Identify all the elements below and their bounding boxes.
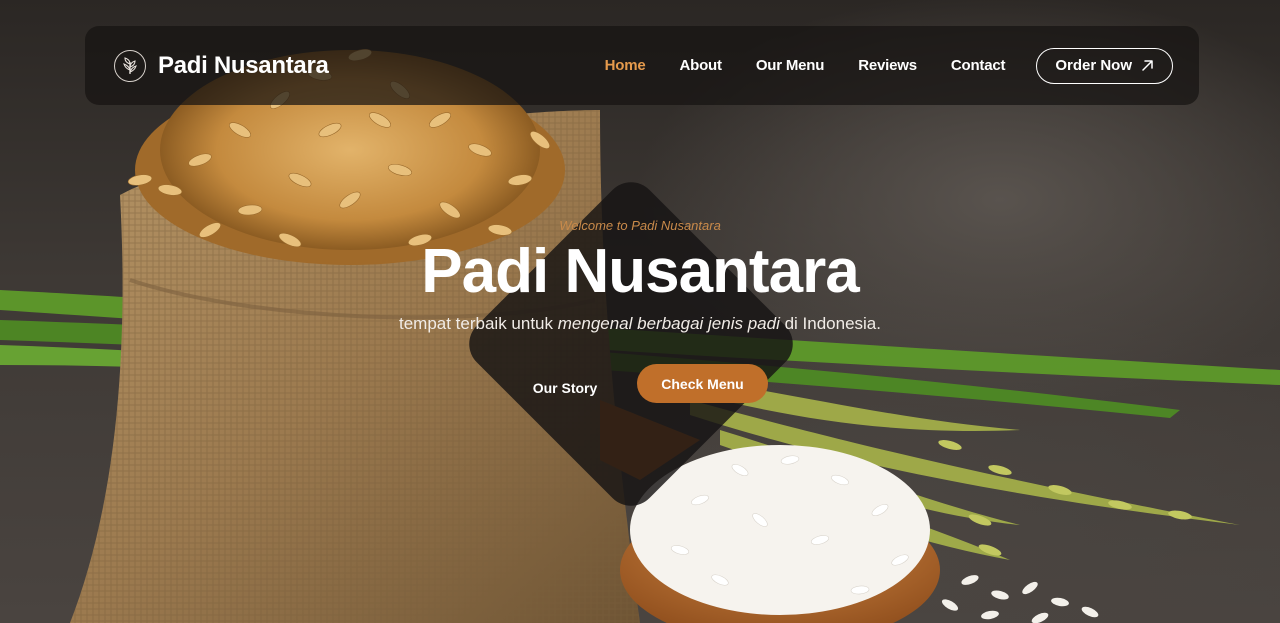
nav-link-our-menu[interactable]: Our Menu [756, 57, 825, 74]
hero-subtitle-part2: di Indonesia. [779, 314, 881, 333]
hero-eyebrow: Welcome to Padi Nusantara [559, 218, 721, 233]
nav-link-about[interactable]: About [680, 57, 723, 74]
arrow-up-right-icon [1142, 60, 1153, 71]
hero-title: Padi Nusantara [421, 237, 859, 306]
brand-name: Padi Nusantara [158, 51, 329, 79]
nav-link-contact[interactable]: Contact [951, 57, 1006, 74]
order-now-label: Order Now [1055, 57, 1132, 74]
check-menu-button[interactable]: Check Menu [637, 364, 768, 403]
our-story-button[interactable]: Our Story [520, 376, 610, 400]
order-now-button[interactable]: Order Now [1036, 47, 1173, 84]
nav-link-home[interactable]: Home [605, 57, 646, 74]
brand[interactable]: Padi Nusantara [114, 49, 329, 82]
navbar: Padi Nusantara Home About Our Menu Revie… [85, 26, 1199, 105]
hero-subtitle-part1: tempat terbaik untuk [398, 314, 558, 333]
nav-link-reviews[interactable]: Reviews [858, 57, 917, 74]
hero-subtitle-emphasis: mengenal berbagai jenis padi [557, 314, 780, 333]
hero-subtitle: tempat terbaik untuk mengenal berbagai j… [0, 314, 1280, 334]
rice-plant-icon [114, 49, 146, 82]
nav-links: Home About Our Menu Reviews Contact Orde… [605, 47, 1173, 84]
